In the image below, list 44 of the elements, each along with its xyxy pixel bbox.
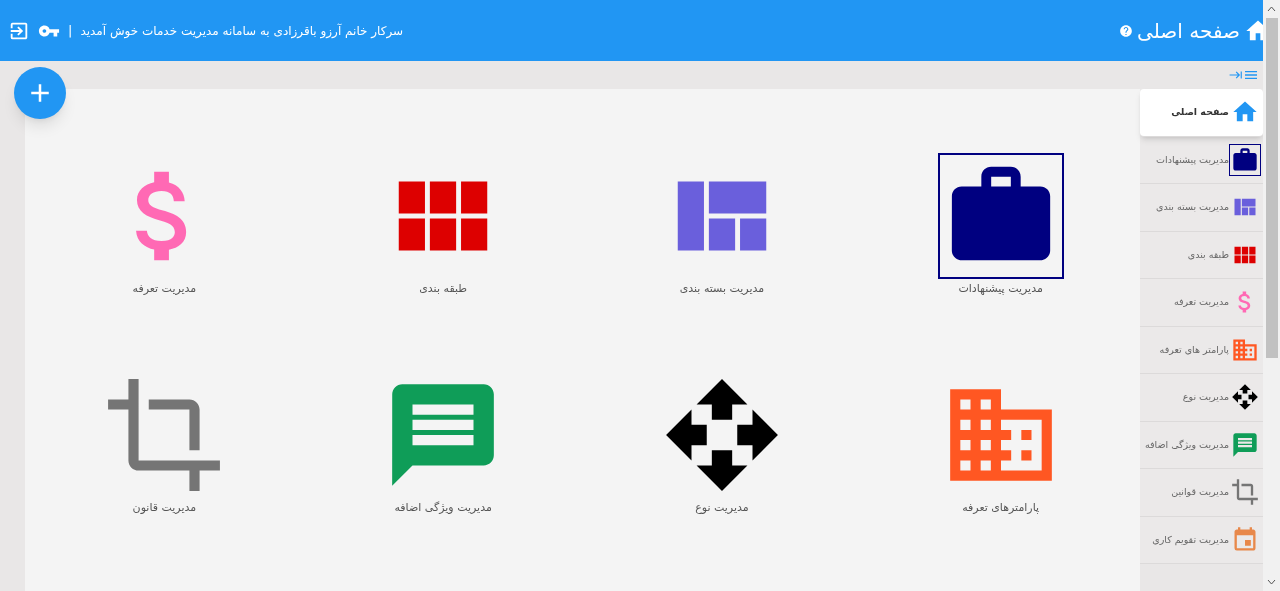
sidebar-label: مدیریت پیشنهادات xyxy=(1156,152,1229,167)
scroll-down-icon[interactable] xyxy=(1267,579,1276,585)
add-button[interactable] xyxy=(14,67,66,119)
sidebar-item[interactable]: صفحه اصلی xyxy=(1140,89,1263,137)
separator: | xyxy=(68,21,73,40)
sidebar-label: مدیریت نوع xyxy=(1182,390,1229,405)
tile-label: مدیریت بسته بندی xyxy=(679,281,765,297)
menu-tile[interactable]: مدیریت بسته بندی xyxy=(582,153,862,303)
help-icon[interactable] xyxy=(1119,23,1134,38)
sidebar-label: مدیریت بسته بندی xyxy=(1156,200,1229,215)
menu-tile[interactable]: مدیریت ویژگی اضافه xyxy=(303,372,583,522)
message-icon xyxy=(1231,430,1259,459)
menu-tile[interactable]: پارامترهای تعرفه xyxy=(861,372,1140,522)
sidebar-label: پارامتر های تعرفه xyxy=(1159,342,1229,357)
move-arrows-icon xyxy=(1231,383,1259,412)
tile-label: مدیریت تعرفه xyxy=(132,281,197,297)
page-title: صفحه اصلی xyxy=(1137,17,1240,45)
tile-label: مدیریت ویژگی اضافه xyxy=(394,500,492,516)
tile-label: پارامترهای تعرفه xyxy=(962,500,1040,516)
menu-tile[interactable]: مدیریت نوع xyxy=(582,372,862,522)
sidebar-label: صفحه اصلی xyxy=(1171,105,1229,120)
crop-icon xyxy=(1231,478,1259,507)
welcome-text: سرکار خانم آرزو باقرزادی به سامانه مدیریت خدمات خوش آمدید xyxy=(80,22,404,40)
sidebar-item[interactable]: مدیریت پیشنهادات xyxy=(1140,136,1263,184)
scrollbar[interactable] xyxy=(1263,0,1280,591)
sidebar-item[interactable]: مدیریت بسته بندی xyxy=(1140,184,1263,232)
menu-tile[interactable]: طبقه بندی xyxy=(303,153,583,303)
menu-tile[interactable]: مدیریت قانون xyxy=(25,372,304,522)
sidebar-item[interactable]: پارامتر های تعرفه xyxy=(1140,326,1263,374)
scroll-up-icon[interactable] xyxy=(1267,6,1276,12)
tile-label: طبقه بندی xyxy=(419,281,468,297)
tile-label: مدیریت نوع xyxy=(695,500,749,516)
scrollbar-thumb[interactable] xyxy=(1265,18,1278,358)
sidebar-label: طبقه بندی xyxy=(1187,247,1229,262)
sidebar-label: مدیریت قوانین xyxy=(1171,485,1229,500)
tile-label: مدیریت قانون xyxy=(132,500,197,516)
sidebar-label: مدیریت تقویم کاری xyxy=(1152,532,1229,547)
menu-tile[interactable]: مدیریت پیشنهادات xyxy=(861,153,1140,303)
menu-tile[interactable]: مدیریت تعرفه xyxy=(25,153,304,303)
sidebar-label: مدیریت ویژگی اضافه xyxy=(1144,437,1229,452)
sidebar-item[interactable]: مدیریت ویژگی اضافه xyxy=(1140,421,1263,469)
tile-label: مدیریت پیشنهادات xyxy=(958,281,1043,297)
sidebar-label: مدیریت تعرفه xyxy=(1173,295,1229,310)
briefcase-icon xyxy=(1231,145,1259,174)
